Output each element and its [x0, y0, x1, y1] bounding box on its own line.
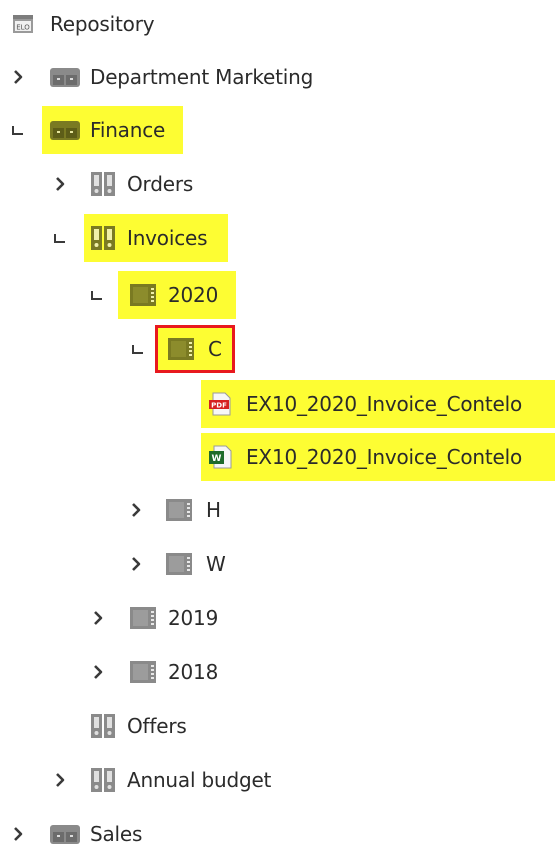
tree-item-label: C	[208, 337, 222, 361]
binder-icon	[89, 713, 119, 739]
expand-chevron-icon[interactable]	[10, 67, 26, 87]
collapse-corner-icon[interactable]	[130, 339, 146, 359]
tree-item-label: Repository	[50, 12, 155, 36]
folder-icon	[126, 282, 160, 308]
expand-chevron-icon[interactable]	[128, 554, 144, 574]
tree-item-2018[interactable]: 2018	[0, 648, 555, 696]
collapse-corner-icon[interactable]	[52, 228, 68, 248]
tree-item-label: Offers	[127, 714, 187, 738]
folder-icon	[126, 659, 160, 685]
tree-item-label: Sales	[90, 822, 143, 846]
collapse-corner-icon[interactable]	[89, 285, 105, 305]
tree-item-label: W	[206, 552, 226, 576]
expand-chevron-icon[interactable]	[128, 500, 144, 520]
tree-item-label: Annual budget	[127, 768, 272, 792]
expand-chevron-icon[interactable]	[52, 174, 68, 194]
tree-item-w[interactable]: W	[0, 540, 555, 588]
tree-item-label: Invoices	[127, 226, 208, 250]
tree-item-label: 2018	[168, 660, 219, 684]
tree-item-label: 2020	[168, 283, 219, 307]
repository-tree: ELO Repository Department Marketing Fina…	[0, 0, 555, 849]
expand-chevron-icon[interactable]	[90, 608, 106, 628]
expand-chevron-icon[interactable]	[52, 770, 68, 790]
tree-item-label: Department Marketing	[90, 65, 314, 89]
tree-item-orders[interactable]: Orders	[0, 160, 555, 208]
word-badge: W	[212, 454, 222, 464]
binder-icon	[89, 225, 119, 251]
tree-item-offers[interactable]: Offers	[0, 702, 555, 750]
cabinet-icon	[48, 823, 82, 845]
binder-icon	[89, 171, 119, 197]
tree-item-h[interactable]: H	[0, 486, 555, 534]
tree-item-2020[interactable]: 2020	[0, 271, 555, 319]
repository-badge: ELO	[16, 24, 30, 32]
binder-icon	[89, 767, 119, 793]
tree-item-annual-budget[interactable]: Annual budget	[0, 756, 555, 804]
pdf-badge: PDF	[211, 402, 227, 410]
tree-item-2019[interactable]: 2019	[0, 594, 555, 642]
folder-icon	[164, 336, 198, 362]
tree-root-repository[interactable]: ELO Repository	[0, 0, 555, 48]
folder-icon	[162, 497, 196, 523]
tree-item-invoices[interactable]: Invoices	[0, 214, 555, 262]
tree-item-sales[interactable]: Sales	[0, 810, 555, 858]
cabinet-icon	[48, 119, 82, 141]
word-file-icon: W	[208, 445, 234, 469]
expand-chevron-icon[interactable]	[10, 824, 26, 844]
expand-chevron-icon[interactable]	[90, 662, 106, 682]
cabinet-icon	[48, 66, 82, 88]
tree-item-pdf-document[interactable]: PDF EX10_2020_Invoice_Contelo	[0, 380, 555, 428]
tree-item-finance[interactable]: Finance	[0, 106, 555, 154]
tree-item-label: H	[206, 498, 221, 522]
tree-item-label: Finance	[90, 118, 166, 142]
tree-item-label: 2019	[168, 606, 219, 630]
elo-repository-icon: ELO	[12, 13, 34, 35]
pdf-file-icon: PDF	[208, 392, 234, 416]
tree-item-word-document[interactable]: W EX10_2020_Invoice_Contelo	[0, 433, 555, 481]
tree-item-label: EX10_2020_Invoice_Contelo	[246, 392, 523, 416]
folder-icon	[126, 605, 160, 631]
collapse-corner-icon[interactable]	[10, 120, 26, 140]
tree-item-department-marketing[interactable]: Department Marketing	[0, 53, 555, 101]
tree-item-label: Orders	[127, 172, 194, 196]
folder-icon	[162, 551, 196, 577]
tree-item-c[interactable]: C	[0, 325, 555, 373]
tree-item-label: EX10_2020_Invoice_Contelo	[246, 445, 523, 469]
